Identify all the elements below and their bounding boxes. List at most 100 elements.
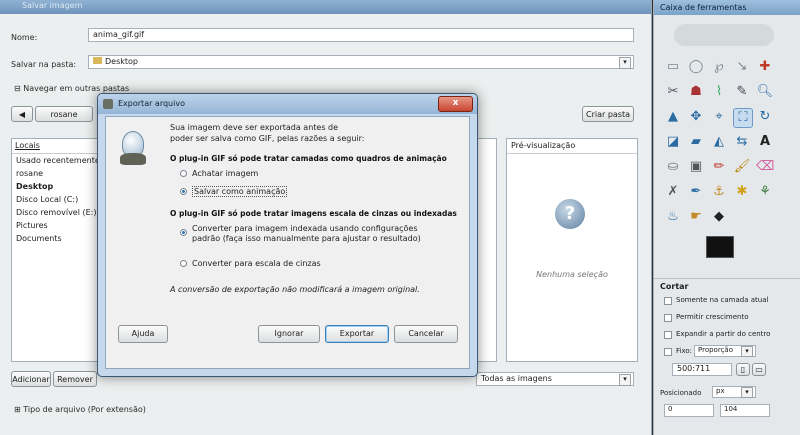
breadcrumb-user-button[interactable]: rosane: [35, 106, 93, 122]
filter-label: Todas as imagens: [481, 374, 552, 383]
preview-header: Pré-visualização: [507, 139, 637, 154]
align-icon[interactable]: ⌖: [710, 108, 728, 126]
pencil-icon[interactable]: ✏: [710, 158, 728, 176]
filter-combo[interactable]: Todas as imagens ▾: [476, 372, 634, 386]
export-body: Sua imagem deve ser exportada antes de p…: [105, 116, 470, 369]
position-y-input[interactable]: 104: [720, 404, 770, 417]
add-place-button[interactable]: Adicionar: [11, 371, 51, 387]
place-item[interactable]: Pictures: [12, 219, 104, 232]
place-item[interactable]: Usado recentemente: [12, 154, 104, 167]
shear-icon[interactable]: ▰: [687, 133, 705, 151]
animation-label: Salvar como animação: [192, 186, 288, 197]
move-icon[interactable]: ✥: [687, 108, 705, 126]
ink-icon[interactable]: ✒: [687, 183, 705, 201]
text-tool-icon[interactable]: A: [756, 133, 774, 151]
paths-icon[interactable]: ⌇: [710, 83, 728, 101]
cancel-label: Cancelar: [408, 329, 444, 338]
file-type-expander[interactable]: ⊞ Tipo de arquivo (Por extensão): [14, 405, 146, 414]
chevron-down-icon: ▾: [619, 57, 631, 69]
place-item[interactable]: Disco Local (C:): [12, 193, 104, 206]
folder-combo[interactable]: Desktop ▾: [88, 55, 634, 69]
grayscale-radio[interactable]: [180, 260, 187, 267]
scissors-icon[interactable]: ✂: [664, 83, 682, 101]
places-panel: Locais Usado recentemente rosane Desktop…: [11, 138, 105, 362]
crop-icon[interactable]: ⛶: [733, 108, 753, 128]
place-item[interactable]: Disco removível (E:): [12, 206, 104, 219]
flip-icon[interactable]: ⇆: [733, 133, 751, 151]
ellipse-select-icon[interactable]: ◯: [687, 58, 705, 76]
toolbox-titlebar: Caixa de ferramentas: [654, 0, 800, 15]
cancel-button[interactable]: Cancelar: [394, 325, 458, 343]
chevron-down-icon: ▾: [741, 346, 753, 357]
export-label: Exportar: [339, 329, 375, 338]
section-indexed-heading: O plug-in GIF só pode tratar imagens esc…: [170, 209, 457, 218]
export-button[interactable]: Exportar: [325, 325, 389, 343]
animation-radio[interactable]: [180, 188, 187, 195]
filename-input[interactable]: anima_gif.gif: [88, 28, 634, 42]
help-button[interactable]: Ajuda: [118, 325, 168, 343]
foreground-color-swatch[interactable]: [706, 236, 734, 258]
position-unit-combo[interactable]: px ▾: [712, 386, 756, 398]
create-folder-label: Criar pasta: [585, 110, 631, 119]
breadcrumb-user: rosane: [50, 110, 78, 119]
airbrush-icon[interactable]: ✗: [664, 183, 682, 201]
remove-label: Remover: [57, 375, 93, 384]
file-type-label: Tipo de arquivo (Por extensão): [23, 405, 146, 414]
export-dialog: Exportar arquivo x Sua imagem deve ser e…: [97, 93, 478, 377]
fixed-checkbox[interactable]: [664, 348, 672, 356]
allow-growing-checkbox[interactable]: [664, 314, 672, 322]
indexed-radio[interactable]: [180, 229, 187, 236]
expand-center-label: Expandir a partir do centro: [676, 330, 771, 338]
foreground-select-icon[interactable]: ☗: [687, 83, 705, 101]
create-folder-button[interactable]: Criar pasta: [582, 106, 634, 122]
clone-icon[interactable]: ⚓: [710, 183, 728, 201]
wilber-drop-area[interactable]: [674, 24, 774, 46]
question-icon: ?: [555, 199, 585, 229]
places-header[interactable]: Locais: [12, 139, 104, 154]
position-x-input[interactable]: 0: [664, 404, 714, 417]
help-label: Ajuda: [131, 329, 155, 338]
browse-expander[interactable]: ⊟ Navegar em outras pastas: [14, 84, 129, 93]
dodge-burn-icon[interactable]: ◆: [710, 208, 728, 226]
fixed-label: Fixo:: [676, 347, 693, 355]
flatten-radio[interactable]: [180, 170, 187, 177]
ignore-label: Ignorar: [274, 329, 304, 338]
bucket-fill-icon[interactable]: ⛀: [664, 158, 682, 176]
back-arrow-button[interactable]: ◀: [11, 106, 33, 122]
blur-icon[interactable]: ♨: [664, 208, 682, 226]
current-layer-checkbox[interactable]: [664, 297, 672, 305]
portrait-button[interactable]: ▯: [736, 363, 750, 376]
indexed-label-line-2: padrão (faça isso manualmente para ajust…: [192, 234, 421, 243]
rect-select-icon[interactable]: ▭: [664, 58, 682, 76]
expand-center-checkbox[interactable]: [664, 331, 672, 339]
color-select-icon[interactable]: ✚: [756, 58, 774, 76]
zoom-icon[interactable]: 🔍︎: [756, 83, 774, 101]
place-item[interactable]: Documents: [12, 232, 104, 245]
paintbrush-icon[interactable]: 🖌︎: [733, 158, 751, 176]
measure-icon[interactable]: ▲: [664, 108, 682, 126]
warning-bulb-icon: [118, 131, 148, 167]
scale-icon[interactable]: ◪: [664, 133, 682, 151]
close-button[interactable]: x: [438, 96, 473, 112]
place-item[interactable]: rosane: [12, 167, 104, 180]
divider: [654, 278, 800, 279]
smudge-icon[interactable]: ☛: [687, 208, 705, 226]
blend-icon[interactable]: ▣: [687, 158, 705, 176]
heal-icon[interactable]: ✱: [733, 183, 751, 201]
gimp-icon: [103, 99, 113, 109]
remove-place-button[interactable]: Remover: [53, 371, 97, 387]
ratio-input[interactable]: 500:711: [672, 363, 732, 376]
fixed-mode-combo[interactable]: Proporção ▾: [694, 345, 756, 357]
perspective-clone-icon[interactable]: ⚘: [756, 183, 774, 201]
flatten-label: Achatar imagem: [192, 169, 259, 178]
landscape-button[interactable]: ▭: [752, 363, 766, 376]
eraser-icon[interactable]: ⌫: [756, 158, 774, 176]
place-item[interactable]: Desktop: [12, 180, 104, 193]
perspective-icon[interactable]: ◭: [710, 133, 728, 151]
fuzzy-select-icon[interactable]: ↘: [733, 58, 751, 76]
ignore-button[interactable]: Ignorar: [258, 325, 320, 343]
tool-options-title: Cortar: [660, 282, 689, 291]
rotate-icon[interactable]: ↻: [756, 108, 774, 126]
color-picker-icon[interactable]: ✎: [733, 83, 751, 101]
free-select-icon[interactable]: ℘: [710, 58, 728, 76]
